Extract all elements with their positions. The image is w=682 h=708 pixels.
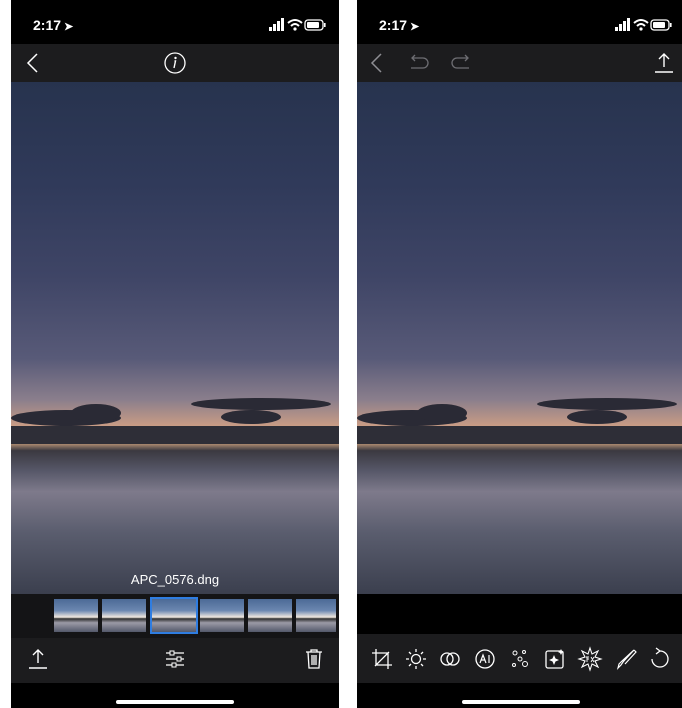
back-button[interactable]	[365, 50, 391, 76]
status-bar: 2:17 ➤	[357, 0, 682, 44]
reset-icon	[651, 647, 669, 668]
filmstrip-thumb[interactable]	[248, 599, 292, 632]
status-time: 2:17 ➤	[379, 17, 420, 33]
edit-tools-bar	[357, 634, 682, 683]
home-area	[11, 683, 339, 708]
filmstrip-thumb[interactable]	[54, 599, 98, 632]
brush-icon	[616, 649, 637, 670]
ai-tool-button[interactable]	[472, 646, 498, 672]
color-tool-button[interactable]	[437, 646, 463, 672]
system-icons	[267, 18, 327, 32]
crop-icon	[372, 649, 392, 669]
cloud-shape	[71, 404, 121, 422]
effects-icon	[577, 646, 603, 672]
info-icon	[164, 52, 186, 74]
filmstrip-thumb[interactable]	[102, 599, 146, 632]
home-indicator[interactable]	[116, 700, 234, 704]
chevron-left-icon	[370, 53, 382, 73]
light-icon	[406, 649, 426, 669]
crop-tool-button[interactable]	[369, 646, 395, 672]
enhance-icon	[545, 649, 564, 669]
photo-viewer-screen: 2:17 ➤ APC_0576.dng	[11, 0, 339, 708]
filmstrip-thumb[interactable]	[296, 599, 336, 632]
effects-tool-button[interactable]	[577, 646, 603, 672]
filmstrip-thumb-selected[interactable]	[150, 597, 198, 634]
photo-editor-screen: 2:17 ➤	[357, 0, 682, 708]
redo-icon	[451, 54, 469, 69]
reset-tool-button[interactable]	[647, 646, 673, 672]
system-icons	[613, 18, 673, 32]
info-button[interactable]	[162, 50, 188, 76]
status-bar: 2:17 ➤	[11, 0, 339, 44]
editor-toolbar	[357, 44, 682, 82]
cloud-shape	[221, 410, 281, 424]
horizon-land	[11, 426, 339, 444]
color-icon	[440, 652, 460, 666]
cloud-shape	[537, 398, 677, 410]
adjust-button[interactable]	[162, 646, 188, 672]
ai-icon	[475, 649, 495, 669]
delete-button[interactable]	[301, 646, 327, 672]
editor-spacer	[357, 594, 682, 634]
filmstrip-thumb[interactable]	[200, 599, 244, 632]
share-icon	[655, 53, 673, 73]
sliders-icon	[166, 650, 184, 668]
share-icon	[29, 649, 47, 669]
redo-button[interactable]	[449, 50, 475, 76]
light-tool-button[interactable]	[403, 646, 429, 672]
status-time: 2:17 ➤	[33, 17, 74, 33]
detail-tool-button[interactable]	[507, 646, 533, 672]
viewer-toolbar	[11, 44, 339, 82]
filmstrip[interactable]	[11, 594, 339, 638]
filename-label: APC_0576.dng	[130, 572, 220, 587]
undo-icon	[411, 54, 429, 69]
photo-preview[interactable]	[11, 82, 339, 594]
undo-button[interactable]	[405, 50, 431, 76]
back-button[interactable]	[21, 50, 47, 76]
detail-icon	[512, 650, 528, 667]
photo-canvas[interactable]	[357, 82, 682, 594]
enhance-tool-button[interactable]	[542, 646, 568, 672]
home-area	[357, 683, 682, 708]
home-indicator[interactable]	[462, 700, 580, 704]
share-button[interactable]	[651, 50, 677, 76]
cloud-shape	[417, 404, 467, 422]
brush-tool-button[interactable]	[613, 646, 639, 672]
cloud-shape	[191, 398, 331, 410]
location-icon: ➤	[64, 21, 74, 33]
horizon-land	[357, 426, 682, 444]
chevron-left-icon	[26, 53, 38, 73]
location-icon: ➤	[410, 21, 420, 33]
trash-icon	[306, 649, 322, 669]
share-button[interactable]	[25, 646, 51, 672]
cloud-shape	[567, 410, 627, 424]
viewer-bottom-bar	[11, 638, 339, 683]
